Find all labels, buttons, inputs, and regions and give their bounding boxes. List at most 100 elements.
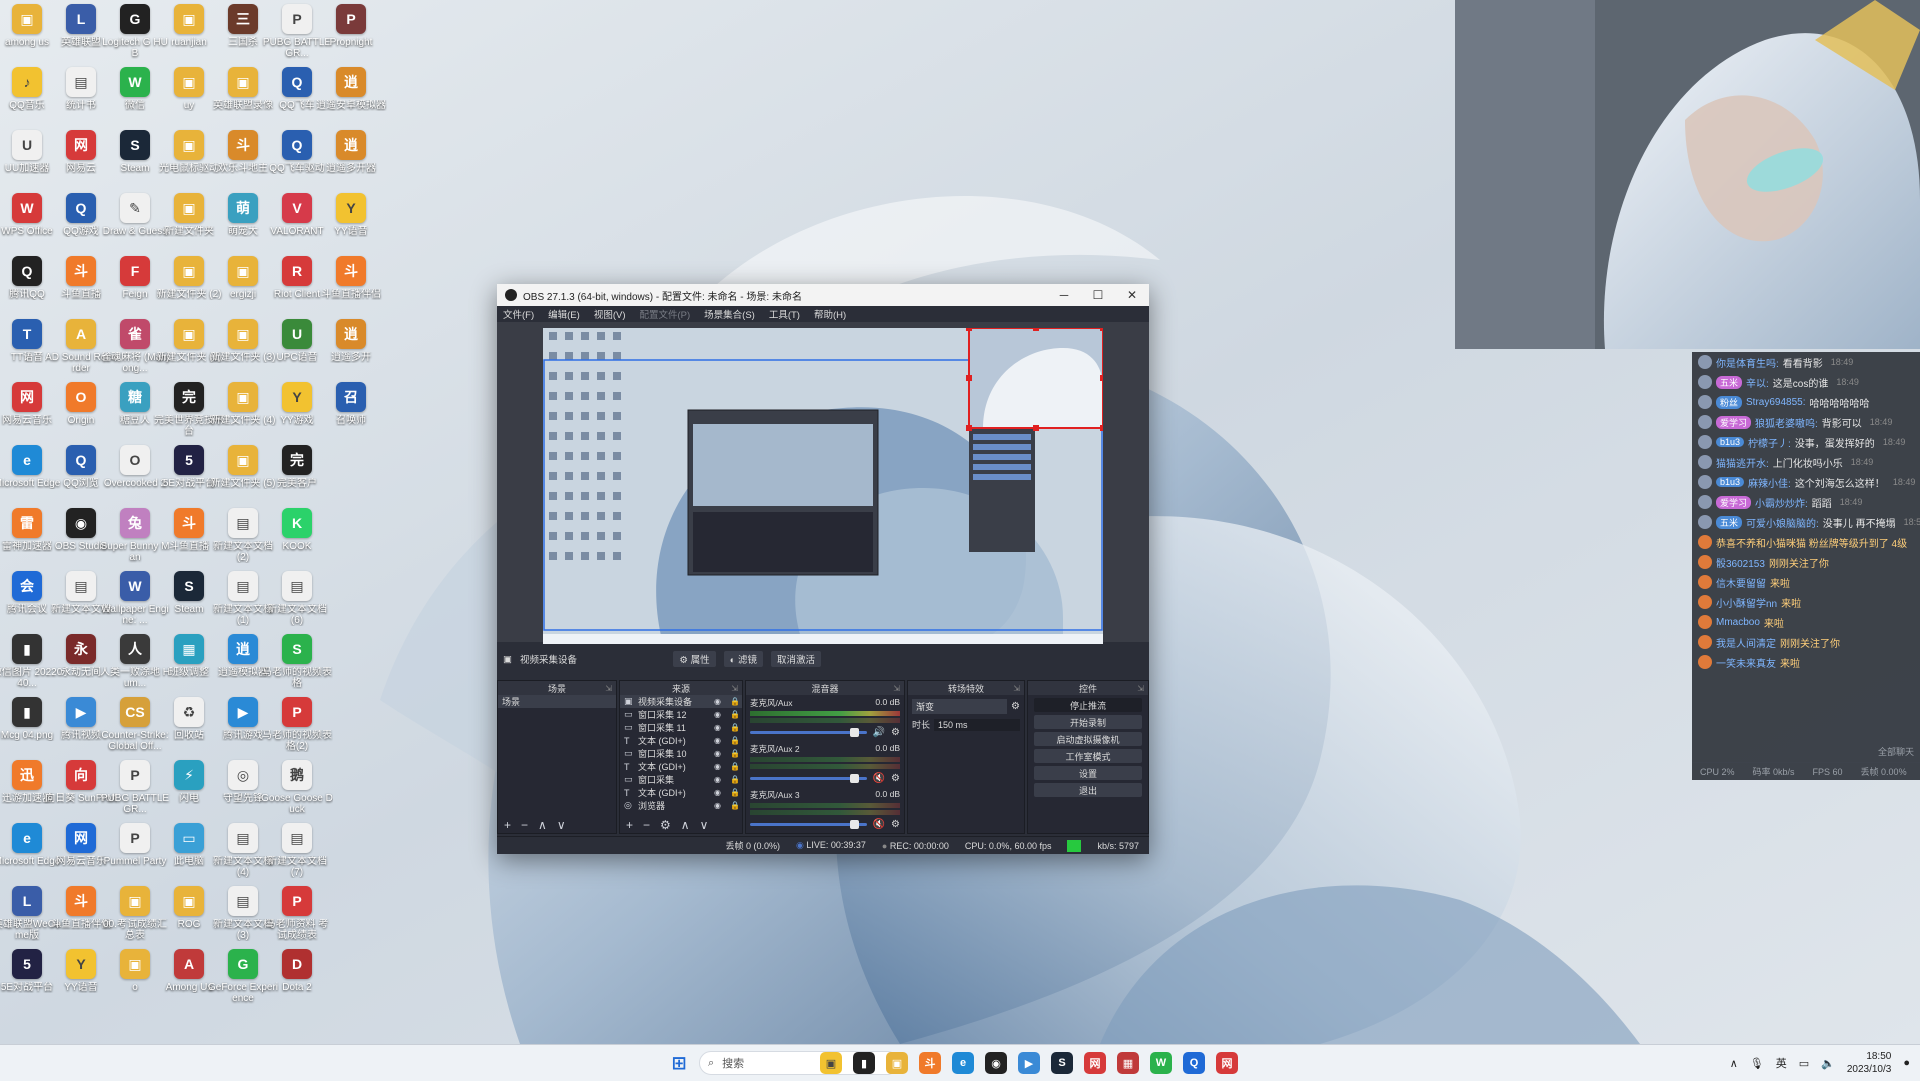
add-icon[interactable]: + [626, 818, 633, 832]
chat-username[interactable]: 辛以: [1746, 375, 1769, 390]
move-up-icon[interactable]: ∧ [538, 818, 547, 832]
desktop-icon[interactable]: 完完美客户 [261, 441, 333, 503]
desktop-icon[interactable]: Y YY语音 [315, 189, 387, 251]
file-explorer-icon[interactable]: ▣ [820, 1052, 842, 1074]
desktop-icon[interactable]: 鹅 Goose Goose Duck [261, 756, 333, 818]
desktop-icon[interactable]: 斗斗鱼直播伴侣 [315, 252, 387, 314]
scene-list[interactable]: 场景 [498, 695, 616, 708]
eye-icon[interactable]: ◉ [714, 723, 726, 732]
control-button[interactable]: 设置 [1034, 766, 1142, 780]
chat-username[interactable]: 狼狐老婆嗷呜: [1755, 415, 1818, 430]
desktop-icon[interactable]: 召召唤师 [315, 378, 387, 440]
desktop-icon[interactable]: K KOOK [261, 504, 333, 566]
chat-message-list[interactable]: 你是体育生吗: 看看背影 18:49 五米 辛以: 这是cos的谁 18:49 粉丝 Stray… [1692, 352, 1920, 672]
eye-icon[interactable]: ◉ [714, 775, 726, 784]
remove-icon[interactable]: − [643, 818, 650, 832]
source-item[interactable]: ▭ 窗口采集 12 ◉ 🔒 [620, 708, 742, 721]
lock-icon[interactable]: 🔒 [730, 762, 742, 771]
gear-icon[interactable]: ⚙ [891, 773, 900, 784]
desktop-icon[interactable]: 逍逍遥安卓模拟器 [315, 63, 387, 125]
chat-username[interactable]: Stray694855: [1746, 397, 1806, 408]
control-button[interactable]: 工作室模式 [1034, 749, 1142, 763]
source-item[interactable]: T 文本 (GDI+) ◉ 🔒 [620, 734, 742, 747]
volume-slider[interactable] [750, 820, 867, 829]
desktop-icon[interactable]: P 马老师资料 考试成绩表 [261, 882, 333, 944]
edge-icon[interactable]: e [952, 1052, 974, 1074]
menu-item[interactable]: 编辑(E) [548, 307, 580, 321]
duration-input[interactable]: 150 ms [934, 718, 1020, 731]
lock-icon[interactable]: 🔒 [730, 697, 742, 706]
filters-button[interactable]: ◐ 滤镜 [723, 651, 763, 667]
app-2-icon[interactable]: ▣ [886, 1052, 908, 1074]
all-chat-link[interactable]: 全部聊天 [1878, 745, 1914, 758]
windows-start-icon[interactable]: ⊞ [668, 1052, 690, 1074]
lock-icon[interactable]: 🔒 [730, 788, 742, 797]
move-down-icon[interactable]: ∨ [700, 818, 709, 832]
gear-icon[interactable]: ⚙ [660, 818, 671, 832]
lock-icon[interactable]: 🔒 [730, 801, 742, 810]
obs-icon[interactable]: ◉ [985, 1052, 1007, 1074]
lock-icon[interactable]: 🔒 [730, 736, 742, 745]
move-down-icon[interactable]: ∨ [557, 818, 566, 832]
control-button[interactable]: 停止推流 [1034, 698, 1142, 712]
chevron-up-icon[interactable]: ∧ [1730, 1057, 1738, 1070]
app-4-icon[interactable]: ▶ [1018, 1052, 1040, 1074]
volume-slider[interactable] [750, 774, 867, 783]
chat-username[interactable]: 麻辣小佳: [1748, 475, 1791, 490]
preview-canvas[interactable] [543, 328, 1103, 644]
minimize-icon[interactable]: ─ [1047, 284, 1081, 306]
lock-icon[interactable]: 🔒 [730, 775, 742, 784]
desktop-icon[interactable]: ▤ 新建文本文档 (6) [261, 567, 333, 629]
chat-username[interactable]: 我是人间清定 [1716, 635, 1776, 650]
menu-item[interactable]: 帮助(H) [814, 307, 846, 321]
obs-preview-area[interactable] [497, 322, 1149, 644]
scene-item[interactable]: 场景 [498, 695, 616, 708]
control-button[interactable]: 开始录制 [1034, 715, 1142, 729]
search-2-icon[interactable]: Q [1183, 1052, 1205, 1074]
desktop-icon[interactable]: D Dota 2 [261, 945, 333, 1007]
close-icon[interactable]: ✕ [1115, 284, 1149, 306]
gear-icon[interactable]: ⚙ [891, 727, 900, 738]
microphone-icon[interactable]: 🎙 [1750, 1057, 1764, 1070]
app-3-icon[interactable]: 斗 [919, 1052, 941, 1074]
muted-speaker-icon[interactable]: 🔇 [873, 819, 885, 830]
menu-item[interactable]: 工具(T) [769, 307, 800, 321]
transition-type-select[interactable]: 渐变 [912, 699, 1008, 714]
source-item[interactable]: ▭ 窗口采集 ◉ 🔒 [620, 773, 742, 786]
network-icon[interactable]: ▭ [1799, 1057, 1809, 1070]
move-up-icon[interactable]: ∧ [681, 818, 690, 832]
add-icon[interactable]: + [504, 818, 511, 832]
desktop-icon[interactable]: ▤ 新建文本文档 (7) [261, 819, 333, 881]
properties-button[interactable]: ⚙ 属性 [673, 651, 716, 667]
chat-username[interactable]: 小霸炒炒炸: [1755, 495, 1808, 510]
chat-username[interactable]: 猫猫逃开水: [1716, 455, 1769, 470]
clock[interactable]: 18:50 2023/10/3 [1847, 1050, 1892, 1076]
speaker-icon[interactable]: 🔊 [873, 727, 885, 738]
chat-username[interactable]: 可爱小娘脑脑的: [1746, 515, 1819, 530]
lock-icon[interactable]: 🔒 [730, 723, 742, 732]
menu-item[interactable]: 视图(V) [594, 307, 626, 321]
notification-icon[interactable]: ● [1903, 1057, 1910, 1069]
desktop-icon[interactable]: S 马老师的视频表格 [261, 630, 333, 692]
desktop-icon[interactable]: 逍逍遥多开器 [315, 126, 387, 188]
deactivate-button[interactable]: 取消激活 [770, 651, 821, 667]
netease-icon[interactable]: 网 [1216, 1052, 1238, 1074]
source-item[interactable]: T 文本 (GDI+) ◉ 🔒 [620, 786, 742, 799]
chat-username[interactable]: Mmacboo [1716, 617, 1760, 628]
chat-username[interactable]: 柠檬子丿: [1748, 435, 1791, 450]
eye-icon[interactable]: ◉ [714, 697, 726, 706]
maximize-icon[interactable]: ☐ [1081, 284, 1115, 306]
gear-icon[interactable]: ⚙ [1011, 701, 1020, 712]
source-item[interactable]: ◎ 浏览器 ◉ 🔒 [620, 799, 742, 812]
eye-icon[interactable]: ◉ [714, 788, 726, 797]
app-5-icon[interactable]: 网 [1084, 1052, 1106, 1074]
control-button[interactable]: 启动虚拟摄像机 [1034, 732, 1142, 746]
menu-item[interactable]: 文件(F) [503, 307, 534, 321]
volume-slider[interactable] [750, 728, 867, 737]
control-button[interactable]: 退出 [1034, 783, 1142, 797]
app-6-icon[interactable]: ▦ [1117, 1052, 1139, 1074]
lock-icon[interactable]: 🔒 [730, 749, 742, 758]
source-item[interactable]: ▣ 视频采集设备 ◉ 🔒 [620, 695, 742, 708]
chat-username[interactable]: 信木要留留 [1716, 575, 1766, 590]
input-language[interactable]: 英 [1776, 1055, 1787, 1071]
